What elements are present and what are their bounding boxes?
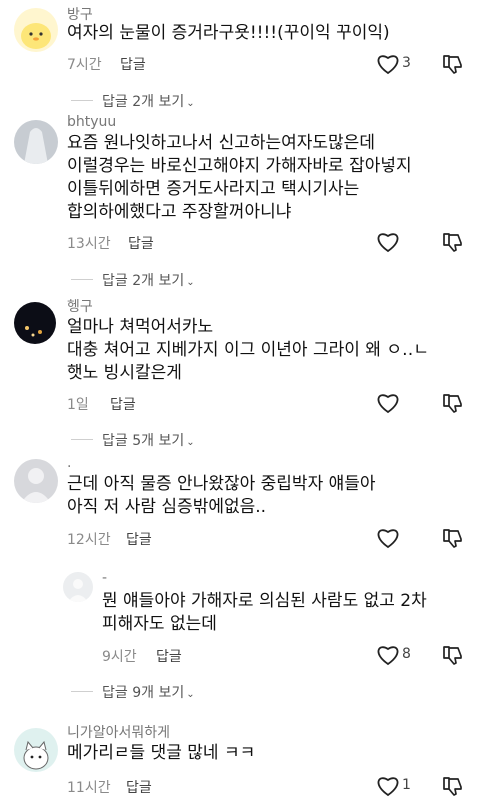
comment-author[interactable]: bhtyuu (67, 114, 116, 130)
comment-author[interactable]: 니가알아서뭐하게 (67, 722, 170, 742)
divider (71, 100, 93, 101)
divider (71, 439, 93, 440)
comment-time: 12시간 (67, 532, 111, 548)
reply-button[interactable]: 답글 (156, 646, 182, 666)
comment-text: 요즘 원나잇하고나서 신고하는여자도많은데 이럴경우는 바로신고해야지 가해자바… (67, 133, 412, 222)
comment-time: 7시간 (67, 57, 102, 73)
reply-button[interactable]: 답글 (126, 777, 152, 797)
divider (71, 691, 93, 692)
view-replies-button[interactable]: 답글 5개 보기 ⌄ (102, 430, 195, 450)
comment-text: 뭔 얘들아야 가해자로 의심된 사람도 없고 2차 피해자도 없는데 (102, 591, 427, 634)
like-heart-icon[interactable] (376, 775, 400, 797)
view-replies-button[interactable]: 답글 2개 보기 ⌄ (102, 270, 195, 290)
chevron-down-icon: ⌄ (186, 689, 195, 700)
view-replies-button[interactable]: 답글 9개 보기 ⌄ (102, 682, 195, 702)
comment-text: 근데 아직 물증 안나왔잖아 중립박자 얘들아 아직 저 사람 심증밖에없음.. (67, 474, 376, 517)
dislike-icon[interactable] (441, 643, 465, 667)
reply-button[interactable]: 답글 (126, 529, 152, 549)
comment-time: 1일 (67, 397, 89, 413)
like-count: 1 (402, 777, 411, 793)
avatar[interactable] (14, 302, 56, 344)
like-heart-icon[interactable] (376, 644, 400, 666)
comment-time: 11시간 (67, 780, 111, 796)
reply-button[interactable]: 답글 (120, 54, 146, 74)
like-heart-icon[interactable] (376, 392, 400, 414)
view-replies-button[interactable]: 답글 2개 보기 ⌄ (102, 91, 195, 111)
chevron-down-icon: ⌄ (186, 98, 195, 109)
divider (71, 279, 93, 280)
dislike-icon[interactable] (441, 52, 465, 76)
like-heart-icon[interactable] (376, 527, 400, 549)
avatar[interactable] (14, 728, 58, 772)
comment-author[interactable]: 헹구 (67, 296, 93, 316)
comment-1: 방구 여자의 눈물이 증거라구욧!!!!(꾸이익 꾸이익) 7시간 답글 3 답… (0, 0, 480, 110)
like-count: 3 (402, 55, 411, 71)
comment-text: 여자의 눈물이 증거라구욧!!!!(꾸이익 꾸이익) (67, 23, 390, 43)
comment-author[interactable]: - (102, 570, 107, 586)
reply-button[interactable]: 답글 (110, 394, 136, 414)
comment-author[interactable]: 방구 (67, 4, 93, 24)
dislike-icon[interactable] (441, 774, 465, 798)
dislike-icon[interactable] (441, 526, 465, 550)
avatar[interactable] (63, 572, 93, 602)
comment-text: 메가리ㄹ들 댓글 많네 ㅋㅋ (67, 743, 256, 763)
comment-time: 13시간 (67, 236, 111, 252)
like-heart-icon[interactable] (376, 53, 400, 75)
avatar[interactable] (14, 120, 58, 164)
comment-text: 얼마나 쳐먹어서카노 대충 쳐어고 지베가지 이그 이년아 그라이 왜 ㅇ‥ㄴ … (67, 317, 429, 383)
chevron-down-icon: ⌄ (186, 437, 195, 448)
dislike-icon[interactable] (441, 391, 465, 415)
reply-button[interactable]: 답글 (128, 233, 154, 253)
chevron-down-icon: ⌄ (186, 277, 195, 288)
avatar[interactable] (14, 459, 58, 503)
comment-author[interactable]: . (67, 455, 71, 471)
dislike-icon[interactable] (441, 230, 465, 254)
like-heart-icon[interactable] (376, 231, 400, 253)
comment-time: 9시간 (102, 649, 137, 665)
avatar[interactable] (14, 8, 58, 52)
like-count: 8 (402, 646, 411, 662)
